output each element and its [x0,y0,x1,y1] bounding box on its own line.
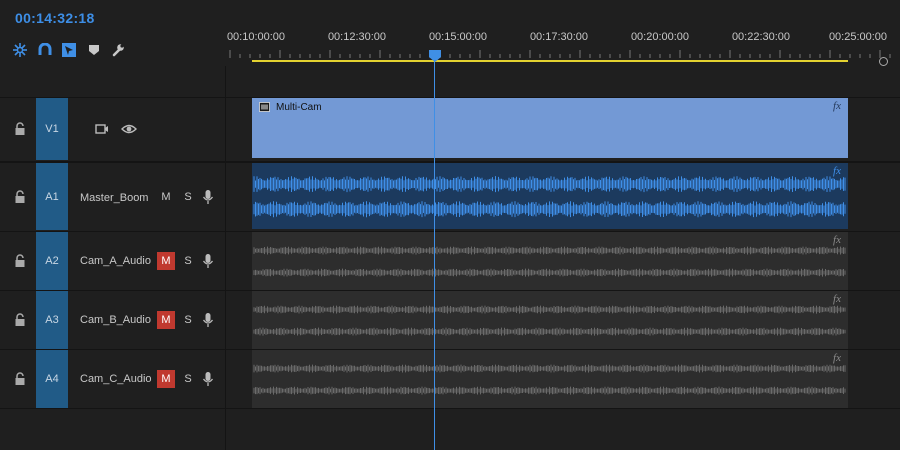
waveform-channel [253,386,846,395]
fx-badge: fx [833,165,841,177]
audio-clip[interactable]: fx [252,163,848,229]
track-target-a1[interactable]: A1 [36,163,68,230]
multicam-icon [259,102,270,112]
waveform-channel [253,364,846,373]
waveform-channel [253,305,846,314]
lock-icon[interactable] [13,372,27,386]
track-target-a4[interactable]: A4 [36,350,68,408]
track-target-a3[interactable]: A3 [36,291,68,349]
playhead-line[interactable] [434,58,435,450]
fx-badge: fx [833,293,841,305]
lock-icon[interactable] [13,313,27,327]
waveform [253,246,846,277]
ruler-label: 00:17:30:00 [529,31,589,43]
ruler-label: 00:22:30:00 [731,31,791,43]
lock-icon[interactable] [13,254,27,268]
ruler-label: 00:20:00:00 [630,31,690,43]
video-clip[interactable]: Multi-Cam fx [252,98,848,158]
fx-badge: fx [833,100,841,112]
ruler-ticks [229,50,891,58]
snap-icon[interactable] [12,42,28,58]
toggle-sync-lock-icon[interactable] [95,123,109,135]
row-divider [0,408,900,409]
solo-button[interactable]: S [182,311,194,329]
eye-icon[interactable] [121,123,137,135]
waveform [253,364,846,395]
mute-button[interactable]: M [157,188,175,206]
microphone-icon[interactable] [202,253,214,269]
fx-badge: fx [833,352,841,364]
lock-icon[interactable] [13,122,27,136]
track-target-a2[interactable]: A2 [36,232,68,290]
work-area-bar[interactable] [252,60,848,62]
solo-button[interactable]: S [182,188,194,206]
microphone-icon[interactable] [202,371,214,387]
solo-button[interactable]: S [182,370,194,388]
microphone-icon[interactable] [202,189,214,205]
linked-selection-icon[interactable] [61,42,77,58]
track-name[interactable]: Cam_C_Audio [80,373,152,385]
track-name[interactable]: Cam_B_Audio [80,314,151,326]
timecode-display[interactable]: 00:14:32:18 [15,10,95,26]
ruler-label: 00:15:00:00 [428,31,488,43]
marker-icon[interactable] [86,42,102,58]
waveform-channel [253,246,846,255]
wrench-icon[interactable] [110,42,126,58]
waveform [253,176,846,218]
lock-icon[interactable] [13,190,27,204]
audio-clip[interactable]: fx [252,350,848,408]
mute-button[interactable]: M [157,370,175,388]
ruler-label: 00:10:00:00 [226,31,286,43]
track-name[interactable]: Master_Boom [80,192,148,204]
ruler-label: 00:12:30:00 [327,31,387,43]
track-name[interactable]: Cam_A_Audio [80,255,151,267]
waveform-channel [253,176,846,193]
mute-button[interactable]: M [157,252,175,270]
audio-clip[interactable]: fx [252,291,848,349]
waveform-channel [253,268,846,277]
microphone-icon[interactable] [202,312,214,328]
track-a4: A4 Cam_C_Audio M S fx [0,350,900,408]
track-a1: A1 Master_Boom M S fx [0,163,900,230]
playhead-handle[interactable] [429,50,441,62]
waveform-channel [253,201,846,218]
waveform [253,305,846,336]
waveform-channel [253,327,846,336]
track-a3: A3 Cam_B_Audio M S fx [0,291,900,349]
mute-button[interactable]: M [157,311,175,329]
track-v1: V1 Multi-Cam fx [0,98,900,160]
ruler-label: 00:25:00:00 [828,31,888,43]
timeline-end-marker[interactable] [879,57,888,66]
magnet-icon[interactable] [37,42,53,58]
solo-button[interactable]: S [182,252,194,270]
clip-name: Multi-Cam [276,102,322,113]
audio-clip[interactable]: fx [252,232,848,290]
track-a2: A2 Cam_A_Audio M S fx [0,232,900,290]
track-target-v1[interactable]: V1 [36,98,68,160]
fx-badge: fx [833,234,841,246]
